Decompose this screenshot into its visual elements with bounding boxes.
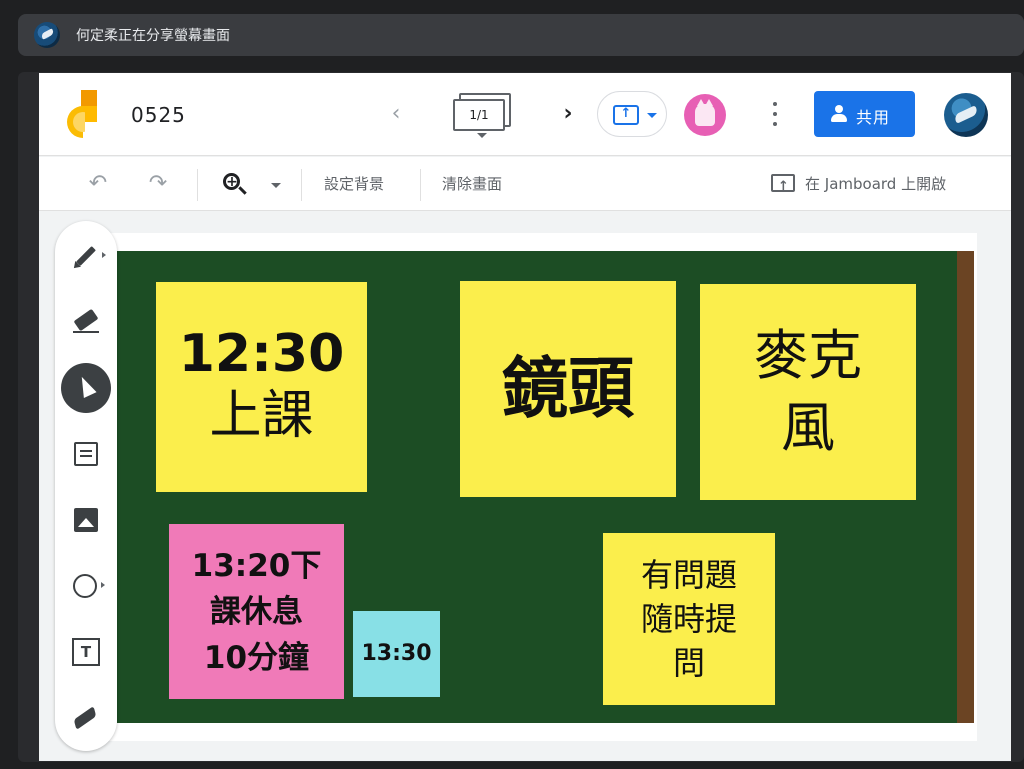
undo-icon[interactable]: ↶: [83, 169, 113, 199]
user-avatar[interactable]: [944, 93, 988, 137]
chevron-left-icon[interactable]: ‹: [384, 99, 408, 129]
eraser-icon[interactable]: [61, 297, 111, 347]
clear-frame-button[interactable]: 清除畫面: [442, 169, 502, 199]
collaborator-avatar[interactable]: [684, 94, 726, 136]
note-text: 鏡頭: [502, 350, 634, 427]
sticky-note-icon[interactable]: [61, 429, 111, 479]
note-text: 風: [781, 396, 835, 459]
zoom-in-icon[interactable]: +: [219, 169, 249, 199]
chevron-right-icon[interactable]: ›: [556, 99, 580, 129]
toolbar-divider: [420, 169, 421, 201]
document-title[interactable]: 0525: [131, 103, 186, 127]
screen-share-banner: 何定柔正在分享螢幕畫面: [18, 14, 1024, 56]
note-text: 12:30: [178, 324, 345, 384]
arrow-up-icon: ↑: [620, 106, 632, 121]
set-background-button[interactable]: 設定背景: [324, 169, 384, 199]
frame-counter-label: 1/1: [453, 99, 505, 131]
presenter-avatar-icon: [34, 22, 60, 48]
note-text: 10分鐘: [203, 639, 310, 676]
cat-icon: [695, 99, 715, 126]
person-share-icon: [830, 105, 848, 123]
jamboard-app: 0525 ‹ 1/1 › ↑ 共用 ↶ ↷ + 設定背景 清除畫面 ↑ 在 Ja…: [39, 73, 1011, 761]
sticky-note-microphone[interactable]: 麥克 風: [700, 284, 916, 500]
sticky-note-class-time[interactable]: 12:30 上課: [156, 282, 367, 492]
frame-bar-button[interactable]: 1/1: [451, 93, 513, 133]
select-cursor-icon[interactable]: [61, 363, 111, 413]
caret-down-icon: [647, 113, 657, 118]
note-text: 13:20下: [191, 547, 322, 584]
app-header: 0525 ‹ 1/1 › ↑ 共用: [39, 73, 1011, 156]
toolbar-divider: [301, 169, 302, 201]
jamboard-logo-icon[interactable]: [67, 90, 103, 138]
note-text: 13:30: [361, 641, 432, 666]
text-box-icon[interactable]: [61, 627, 111, 677]
more-vert-icon[interactable]: [765, 99, 785, 129]
toolbar-divider: [197, 169, 198, 201]
note-text: 問: [672, 644, 705, 682]
toolbar: ↶ ↷ + 設定背景 清除畫面 在 Jamboard 上開啟: [39, 157, 1011, 211]
note-text: 有問題: [640, 556, 737, 594]
sticky-note-break[interactable]: 13:20下 課休息 10分鐘: [169, 524, 344, 699]
caret-down-icon[interactable]: [477, 133, 487, 138]
screen: 何定柔正在分享螢幕畫面 0525 ‹ 1/1 › ↑ 共用 ↶ ↷ + 設定背景…: [0, 0, 1024, 769]
circle-shape-icon[interactable]: [61, 561, 111, 611]
pen-icon[interactable]: [61, 231, 111, 281]
share-banner-text: 何定柔正在分享螢幕畫面: [76, 28, 230, 44]
note-text: 隨時提: [640, 600, 737, 638]
note-text: 上課: [209, 386, 314, 446]
note-text: 課休息: [210, 593, 303, 630]
redo-icon[interactable]: ↷: [143, 169, 173, 199]
share-button[interactable]: 共用: [814, 91, 915, 137]
laser-icon[interactable]: [61, 693, 111, 743]
open-in-jamboard-label: 在 Jamboard 上開啟: [805, 175, 947, 193]
share-button-label: 共用: [856, 108, 891, 127]
tool-dock: [55, 221, 117, 751]
image-icon[interactable]: [61, 495, 111, 545]
present-button[interactable]: ↑: [597, 91, 667, 137]
open-external-icon: [771, 172, 795, 202]
canvas-area: 12:30 上課 鏡頭 麥克 風 13:20下 課休息 10分鐘 13:30 有…: [39, 211, 1011, 761]
chalkboard-frame-edge: [957, 251, 974, 723]
note-text: 麥克: [754, 324, 862, 387]
sticky-note-resume-time[interactable]: 13:30: [353, 611, 440, 697]
sticky-note-camera[interactable]: 鏡頭: [460, 281, 676, 497]
sticky-note-questions[interactable]: 有問題 隨時提 問: [603, 533, 775, 705]
caret-down-icon[interactable]: [271, 183, 281, 188]
